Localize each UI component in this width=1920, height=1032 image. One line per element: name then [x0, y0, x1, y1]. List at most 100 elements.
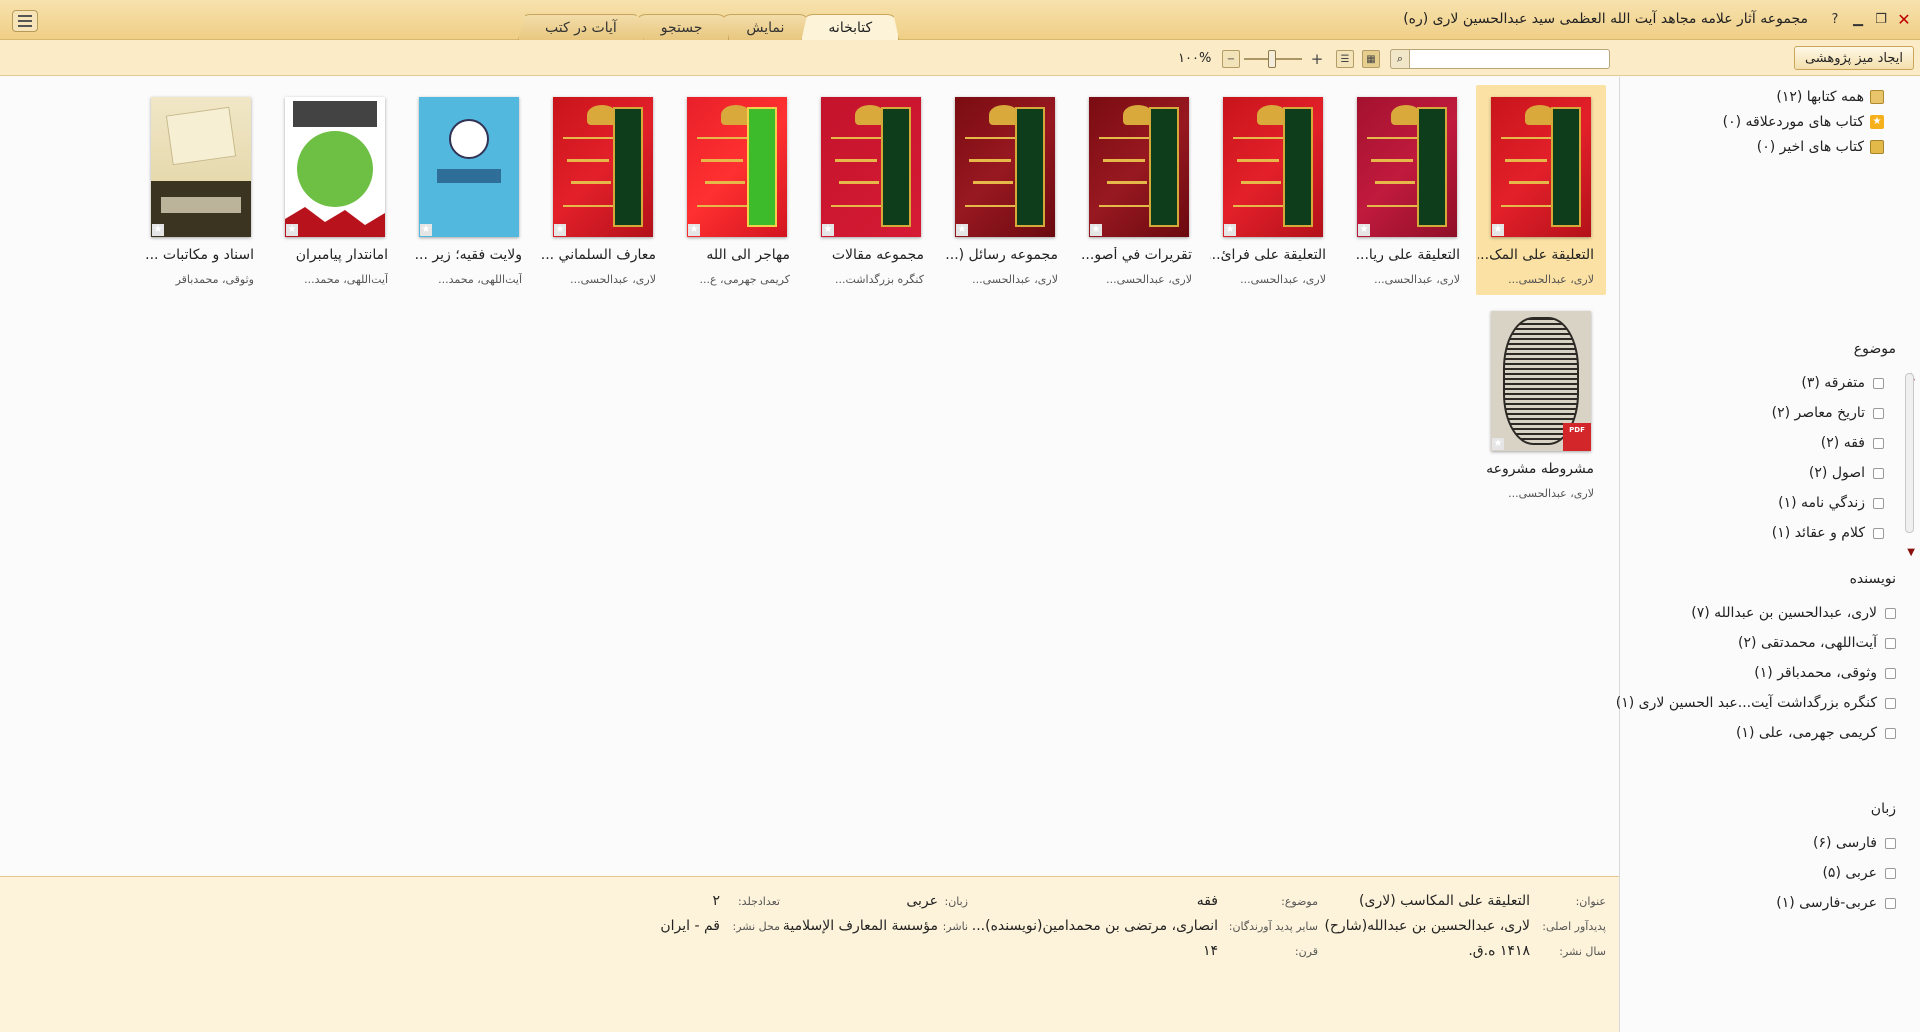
- checkbox[interactable]: [1873, 407, 1884, 419]
- book-cover[interactable]: ★: [1089, 97, 1189, 237]
- facet-label: کلام و عقائد (۱): [1771, 525, 1865, 541]
- author-filter[interactable]: کنگره بزرگداشت آیت...عبد الحسين لاری (۱): [1616, 695, 1896, 711]
- subject-filter[interactable]: زندگي نامه (۱): [1778, 495, 1884, 511]
- book-cover[interactable]: ★: [955, 97, 1055, 237]
- facet-label: تاریخ معاصر (۲): [1771, 405, 1865, 421]
- book-author: لاری، عبدالحسی...: [972, 273, 1058, 286]
- tab-search[interactable]: جستجو: [633, 14, 730, 40]
- book-title: التعلیقة علی فرائ...: [1210, 247, 1326, 263]
- checkbox[interactable]: [1885, 897, 1896, 909]
- book-card[interactable]: ★ التعلیقة علی فرائ... لاری، عبدالحسی...: [1208, 85, 1338, 295]
- zoom-slider-thumb[interactable]: [1268, 50, 1276, 68]
- search-input[interactable]: [1390, 49, 1610, 69]
- book-card[interactable]: ★ مجموعه مقالات کنگره بزرگداشت...: [806, 85, 936, 295]
- checkbox[interactable]: [1885, 867, 1896, 879]
- book-author: آیت‌اللهی، محمد...: [438, 273, 522, 286]
- book-cover[interactable]: ★: [553, 97, 653, 237]
- star-icon[interactable]: ★: [1492, 224, 1504, 236]
- star-icon[interactable]: ★: [554, 224, 566, 236]
- zoom-out-icon[interactable]: −: [1222, 50, 1240, 68]
- minimize-icon[interactable]: ▁: [1848, 9, 1868, 29]
- book-title: مجموعه رسائل (...: [945, 247, 1058, 263]
- subject-filter[interactable]: فقه (۲): [1821, 435, 1884, 451]
- book-cover[interactable]: ★: [1491, 97, 1591, 237]
- creator-value: لاری، عبدالحسین بن عبدالله(شارح): [1324, 918, 1530, 934]
- filter-sidebar: همه کتابها (۱۲) ★ کتاب های موردعلاقه (۰)…: [1616, 77, 1920, 1032]
- book-card[interactable]: ★ ولایت فقیه؛ زیر ... آیت‌اللهی، محمد...: [404, 85, 534, 295]
- book-cover[interactable]: ★: [285, 97, 385, 237]
- checkbox[interactable]: [1885, 837, 1896, 849]
- subject-filter[interactable]: تاریخ معاصر (۲): [1772, 405, 1884, 421]
- star-icon[interactable]: ★: [822, 224, 834, 236]
- checkbox[interactable]: [1885, 727, 1896, 739]
- star-icon[interactable]: ★: [152, 224, 164, 236]
- star-icon[interactable]: ★: [956, 224, 968, 236]
- checkbox[interactable]: [1885, 667, 1896, 679]
- search-icon[interactable]: ⌕: [1390, 49, 1410, 69]
- book-card[interactable]: ★ مجموعه رسائل (... لاری، عبدالحسی...: [940, 85, 1070, 295]
- author-filter[interactable]: وثوقی، محمدباقر (۱): [1754, 665, 1896, 681]
- subject-filter[interactable]: متفرقه (۳): [1801, 375, 1884, 391]
- book-cover[interactable]: ★: [821, 97, 921, 237]
- language-filter[interactable]: عربی (۵): [1822, 865, 1896, 881]
- checkbox[interactable]: [1873, 497, 1884, 509]
- checkbox[interactable]: [1885, 607, 1896, 619]
- nav-all-books[interactable]: همه کتابها (۱۲): [1776, 89, 1884, 105]
- book-title: مشروطه مشروعه: [1486, 461, 1594, 477]
- book-card[interactable]: ★ امانتدار پیامبران آیت‌اللهی، محمد...: [270, 85, 400, 295]
- book-card[interactable]: ★ اسناد و مکاتبات ... وثوقی، محمدباقر: [136, 85, 266, 295]
- star-icon[interactable]: ★: [1358, 224, 1370, 236]
- star-icon[interactable]: ★: [1492, 438, 1504, 450]
- book-card[interactable]: PDF ★ مشروطه مشروعه لاری، عبدالحسی...: [1476, 299, 1606, 509]
- book-title: معارف السلماني ...: [540, 247, 656, 263]
- book-cover[interactable]: ★: [419, 97, 519, 237]
- create-research-desk-button[interactable]: ایجاد میز پژوهشی: [1793, 46, 1914, 70]
- star-icon[interactable]: ★: [286, 224, 298, 236]
- tab-library[interactable]: کتابخانه: [801, 14, 900, 40]
- tab-verses[interactable]: آیات در کتب: [518, 14, 644, 40]
- book-cover[interactable]: ★: [687, 97, 787, 237]
- book-card[interactable]: ★ التعلیقة علی المک... لاری، عبدالحسی...: [1476, 85, 1606, 295]
- book-cover[interactable]: ★: [1223, 97, 1323, 237]
- nav-recent-books[interactable]: کتاب های اخیر (۰): [1757, 139, 1884, 155]
- zoom-in-icon[interactable]: +: [1308, 50, 1326, 68]
- checkbox[interactable]: [1873, 377, 1884, 389]
- author-filter[interactable]: لاری، عبدالحسین بن عبدالله (۷): [1691, 605, 1896, 621]
- grid-view-icon[interactable]: ▦: [1362, 50, 1380, 68]
- book-cover[interactable]: ★: [151, 97, 251, 237]
- checkbox[interactable]: [1885, 637, 1896, 649]
- subject-scrollbar[interactable]: [1905, 373, 1914, 533]
- century-value: ۱۴: [1202, 943, 1218, 959]
- close-icon[interactable]: ✕: [1894, 9, 1914, 29]
- help-icon[interactable]: ?: [1825, 9, 1845, 29]
- author-filter[interactable]: آیت‌اللهی، محمدتقی (۲): [1738, 635, 1896, 651]
- subject-filter[interactable]: اصول (۲): [1809, 465, 1884, 481]
- book-card[interactable]: ★ التعلیقة علی ریا... لاری، عبدالحسی...: [1342, 85, 1472, 295]
- star-icon[interactable]: ★: [1090, 224, 1102, 236]
- author-filter[interactable]: کریمی جهرمی، علی (۱): [1736, 725, 1896, 741]
- restore-icon[interactable]: ❐: [1871, 9, 1891, 29]
- checkbox[interactable]: [1873, 527, 1884, 539]
- tab-view[interactable]: نمایش: [719, 14, 812, 40]
- star-icon[interactable]: ★: [420, 224, 432, 236]
- hamburger-menu-icon[interactable]: [12, 10, 38, 32]
- list-view-icon[interactable]: ☰: [1336, 50, 1354, 68]
- book-cover[interactable]: ★: [1357, 97, 1457, 237]
- book-author: کنگره بزرگداشت...: [835, 273, 924, 286]
- scroll-down-icon[interactable]: ▼: [1907, 547, 1915, 558]
- book-card[interactable]: ★ مهاجر الی الله کریمی جهرمی، ع...: [672, 85, 802, 295]
- star-icon[interactable]: ★: [688, 224, 700, 236]
- nav-favorite-books[interactable]: ★ کتاب های موردعلاقه (۰): [1723, 114, 1884, 130]
- book-cover[interactable]: PDF ★: [1491, 311, 1591, 451]
- book-card[interactable]: ★ معارف السلماني ... لاری، عبدالحسی...: [538, 85, 668, 295]
- book-card[interactable]: ★ تقریرات في أصو... لاری، عبدالحسی...: [1074, 85, 1204, 295]
- checkbox[interactable]: [1885, 697, 1896, 709]
- year-value: ۱۴۱۸ ه.ق.: [1468, 943, 1530, 959]
- language-filter[interactable]: فارسی (۶): [1813, 835, 1896, 851]
- author-heading: نویسنده: [1849, 571, 1896, 587]
- checkbox[interactable]: [1873, 437, 1884, 449]
- subject-filter[interactable]: کلام و عقائد (۱): [1772, 525, 1884, 541]
- checkbox[interactable]: [1873, 467, 1884, 479]
- language-filter[interactable]: عربی-فارسی (۱): [1776, 895, 1896, 911]
- star-icon[interactable]: ★: [1224, 224, 1236, 236]
